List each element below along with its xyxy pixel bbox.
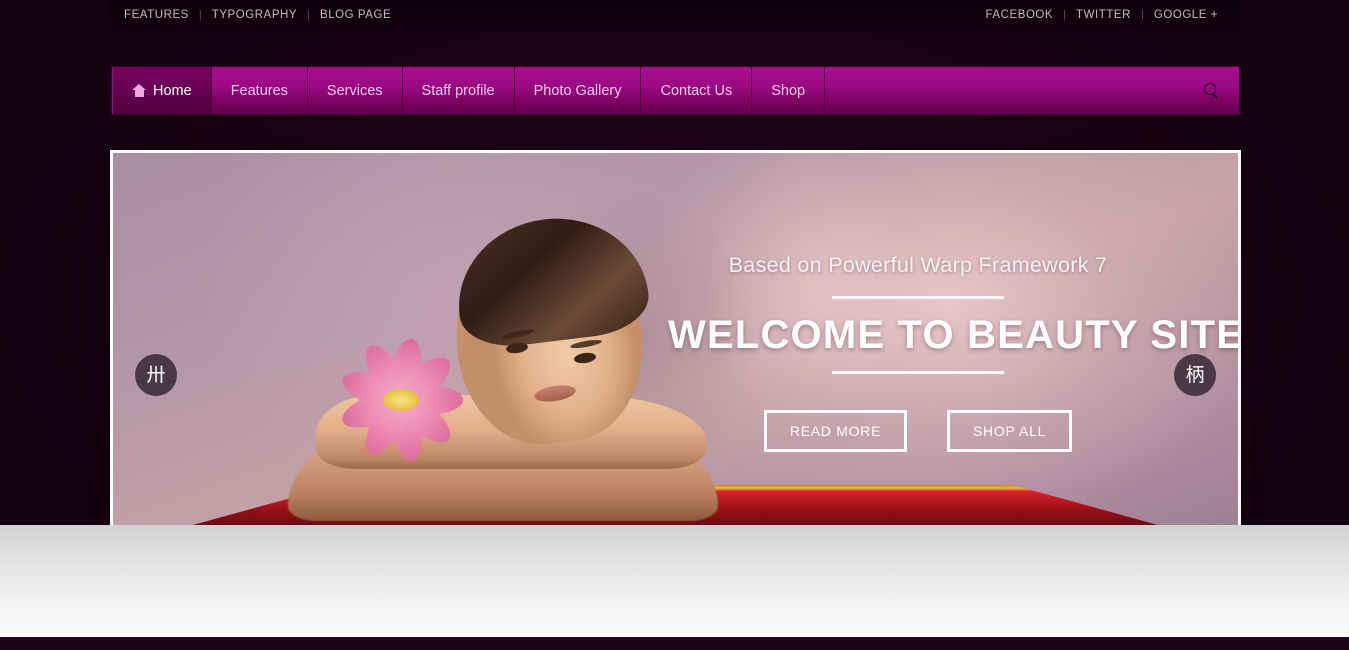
topbar-left-links: FEATURES | TYPOGRAPHY | BLOG PAGE — [122, 0, 401, 31]
topbar-link-blog-page[interactable]: BLOG PAGE — [310, 0, 401, 31]
footer-bar — [0, 640, 1349, 650]
search-icon — [1203, 83, 1219, 98]
content-sheet — [0, 525, 1349, 640]
hero-cta-row: READ MORE SHOP ALL — [668, 410, 1168, 452]
topbar-social-links: FACEBOOK | TWITTER | GOOGLE + — [983, 0, 1228, 31]
nav-item-label: Home — [153, 82, 192, 99]
hero-caption: Based on Powerful Warp Framework 7 WELCO… — [668, 253, 1238, 452]
topbar-link-typography[interactable]: TYPOGRAPHY — [202, 0, 307, 31]
nav-item-services[interactable]: Services — [308, 67, 403, 114]
page-root: FEATURES | TYPOGRAPHY | BLOG PAGE FACEBO… — [0, 0, 1349, 650]
shop-all-button[interactable]: SHOP ALL — [947, 410, 1073, 452]
nav-item-label: Staff profile — [421, 82, 495, 99]
nav-item-staff-profile[interactable]: Staff profile — [403, 67, 515, 114]
slider-prev-arrow[interactable]: 卅 — [135, 354, 177, 396]
hero-subtitle: Based on Powerful Warp Framework 7 — [728, 253, 1108, 277]
hero-divider-upper — [832, 296, 1004, 299]
read-more-button[interactable]: READ MORE — [763, 410, 908, 452]
nav-item-photo-gallery[interactable]: Photo Gallery — [515, 67, 642, 114]
hero-divider-lower — [832, 371, 1004, 374]
nav-item-label: Services — [326, 82, 383, 99]
home-icon — [132, 84, 146, 97]
nav-item-label: Contact Us — [660, 82, 733, 99]
nav-item-contact-us[interactable]: Contact Us — [641, 67, 753, 114]
nav-item-label: Shop — [771, 82, 806, 99]
model-photo — [288, 207, 718, 521]
nav-item-label: Photo Gallery — [533, 82, 622, 99]
topbar-link-features[interactable]: FEATURES — [122, 0, 199, 31]
nav-item-home[interactable]: Home — [112, 67, 212, 114]
lotus-flower-icon — [326, 336, 476, 464]
main-navigation: Home Features Services Staff profile Pho… — [111, 66, 1240, 115]
social-link-facebook[interactable]: FACEBOOK — [983, 0, 1063, 31]
social-link-twitter[interactable]: TWITTER — [1066, 0, 1141, 31]
social-link-google-plus[interactable]: GOOGLE + — [1144, 0, 1228, 31]
hero-title: WELCOME TO BEAUTY SITE — [668, 313, 1238, 357]
search-button[interactable] — [1183, 67, 1239, 114]
nav-filler — [825, 67, 1183, 114]
nav-item-features[interactable]: Features — [212, 67, 308, 114]
lotus-center — [383, 389, 419, 411]
nav-item-shop[interactable]: Shop — [752, 67, 826, 114]
top-utility-bar: FEATURES | TYPOGRAPHY | BLOG PAGE FACEBO… — [110, 0, 1240, 31]
nav-item-label: Features — [230, 82, 288, 99]
slider-next-arrow[interactable]: 柄 — [1174, 354, 1216, 396]
